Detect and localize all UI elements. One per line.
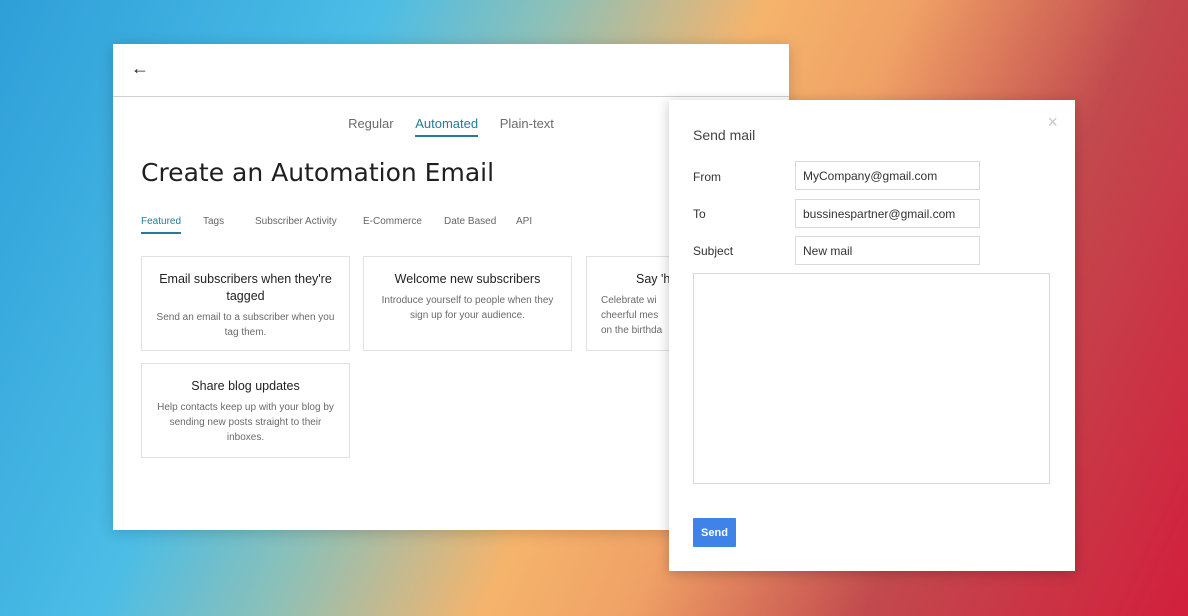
tab-featured[interactable]: Featured [141,216,182,234]
tab-subscriber-activity[interactable]: Subscriber Activity [255,216,337,232]
send-mail-dialog: Send mail × From To Subject Send [669,100,1075,571]
tab-api[interactable]: API [516,216,532,232]
card-description: Send an email to a subscriber when you t… [156,312,335,338]
from-field[interactable] [795,161,980,190]
card-title: Welcome new subscribers [394,272,541,286]
from-label: From [693,170,721,184]
card-welcome-subscribers[interactable]: Welcome new subscribers Introduce yourse… [363,256,572,351]
tab-tags[interactable]: Tags [203,216,224,232]
top-bar: ← [113,44,789,97]
back-arrow-icon[interactable]: ← [131,58,149,79]
card-share-blog-updates[interactable]: Share blog updates Help contacts keep up… [141,363,350,458]
tab-date-based[interactable]: Date Based [444,216,496,232]
dialog-title: Send mail [693,127,756,143]
subject-label: Subject [693,244,734,258]
tab-plain-text[interactable]: Plain-text [500,116,554,135]
card-tagged-subscribers[interactable]: Email subscribers when they're tagged Se… [141,256,350,351]
card-description: Introduce yourself to people when they s… [381,295,554,321]
card-title: Email subscribers when they're tagged [159,272,332,303]
tab-e-commerce[interactable]: E-Commerce [363,216,422,232]
send-button[interactable]: Send [693,518,736,547]
to-label: To [693,207,706,221]
card-description: Help contacts keep up with your blog by … [157,402,334,443]
subject-field[interactable] [795,236,980,265]
tab-regular[interactable]: Regular [348,116,394,135]
page-title: Create an Automation Email [141,158,495,187]
to-field[interactable] [795,199,980,228]
close-icon[interactable]: × [1047,112,1058,133]
tab-automated[interactable]: Automated [415,116,479,137]
message-body-textarea[interactable] [693,273,1050,484]
card-title: Share blog updates [191,379,300,393]
